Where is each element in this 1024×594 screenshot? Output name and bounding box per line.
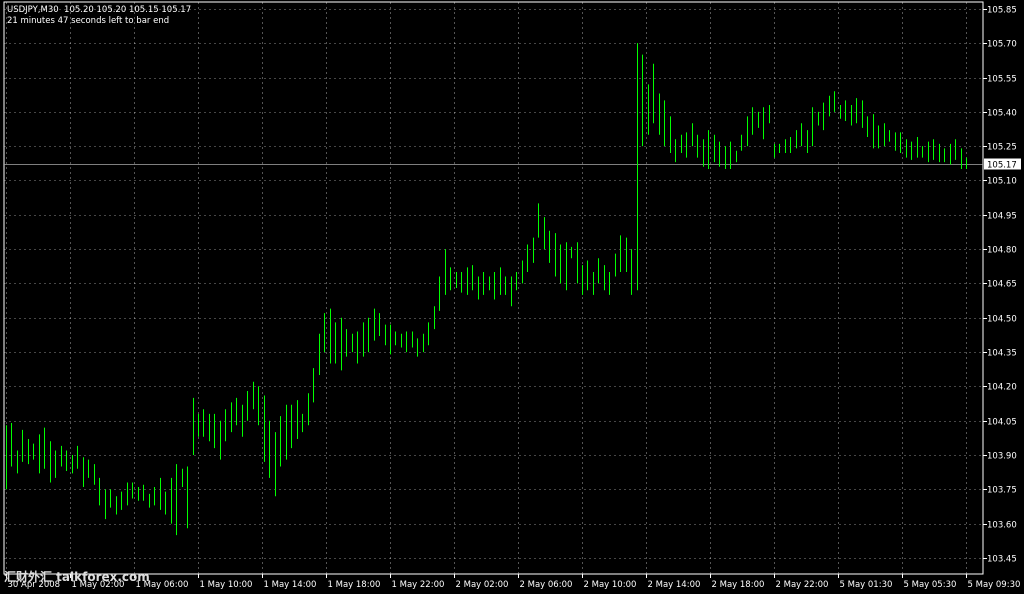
y-tick-label: 105.10 — [987, 177, 1017, 187]
x-tick-label: 2 May 14:00 — [648, 580, 701, 590]
x-tick-label: 1 May 10:00 — [200, 580, 253, 590]
symbol-info: USDJPY,M30 105.20 105.20 105.15 105.17 — [7, 5, 192, 15]
y-tick-label: 103.90 — [987, 452, 1017, 462]
y-tick-label: 105.40 — [987, 109, 1017, 119]
y-tick-label: 104.80 — [987, 246, 1017, 256]
bar-countdown: 21 minutes 47 seconds left to bar end — [7, 16, 170, 26]
x-tick-label: 2 May 02:00 — [456, 580, 509, 590]
x-tick-label: 2 May 18:00 — [712, 580, 765, 590]
y-tick-label: 103.45 — [987, 555, 1017, 565]
y-tick-label: 105.85 — [987, 6, 1017, 16]
y-tick-label: 104.95 — [987, 212, 1017, 222]
chart-window[interactable]: 105.85 105.70 105.55 105.40 105.25 105.10 104.… — [0, 0, 1024, 594]
x-tick-label: 1 May 22:00 — [392, 580, 445, 590]
watermark: 汇财外汇 talkforex.com — [4, 570, 150, 584]
current-price-label: 105.17 — [987, 161, 1017, 171]
y-tick-label: 104.50 — [987, 315, 1017, 325]
x-tick-label: 1 May 14:00 — [264, 580, 317, 590]
y-tick-label: 105.25 — [987, 143, 1017, 153]
y-tick-label: 104.05 — [987, 418, 1017, 428]
x-tick-label: 2 May 10:00 — [584, 580, 637, 590]
x-tick-label: 5 May 01:30 — [840, 580, 893, 590]
y-tick-label: 104.20 — [987, 383, 1017, 393]
y-tick-label: 105.70 — [987, 40, 1017, 50]
x-tick-label: 1 May 18:00 — [328, 580, 381, 590]
plot-frame — [3, 1, 984, 575]
x-tick-label: 5 May 05:30 — [904, 580, 957, 590]
y-tick-label: 103.60 — [987, 521, 1017, 531]
x-tick-label: 5 May 09:30 — [968, 580, 1021, 590]
y-tick-label: 105.55 — [987, 75, 1017, 85]
y-tick-label: 104.65 — [987, 280, 1017, 290]
x-tick-label: 2 May 06:00 — [520, 580, 573, 590]
y-tick-label: 104.35 — [987, 349, 1017, 359]
price-chart[interactable]: 105.85 105.70 105.55 105.40 105.25 105.10 104.… — [0, 0, 1024, 594]
x-tick-label: 2 May 22:00 — [776, 580, 829, 590]
y-tick-label: 103.75 — [987, 486, 1017, 496]
